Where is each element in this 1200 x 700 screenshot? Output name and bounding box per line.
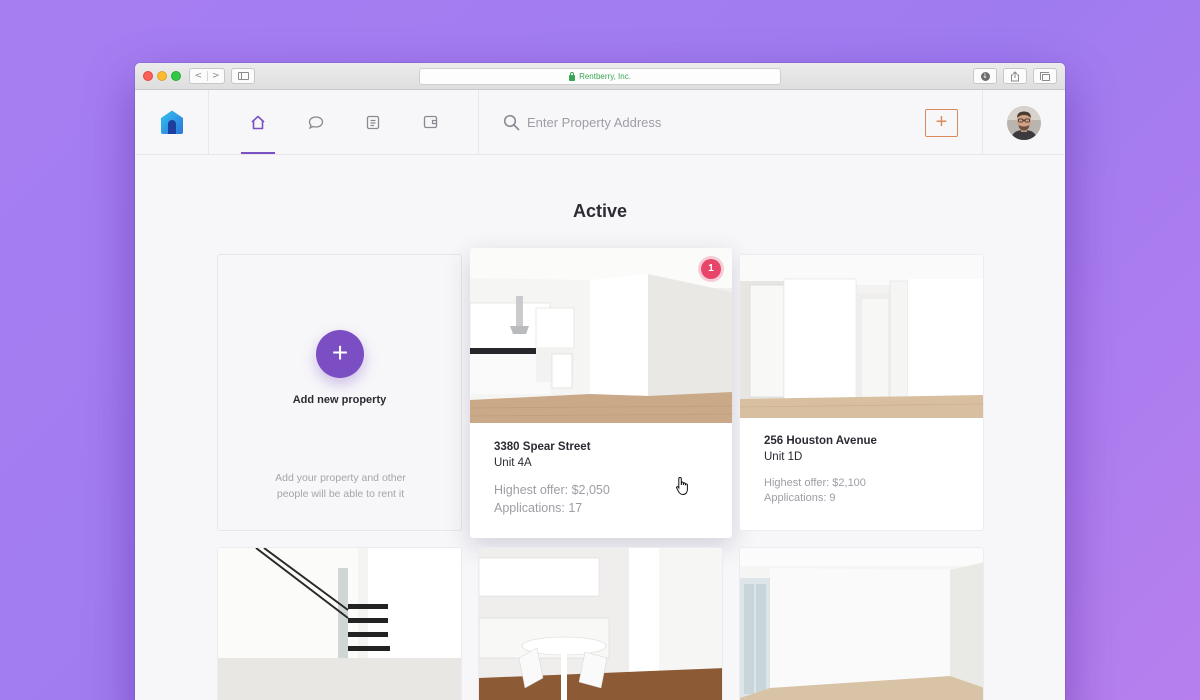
property-photo [740,548,983,700]
tab-documents[interactable] [356,90,390,154]
property-address-search-input[interactable] [527,112,827,132]
property-details: 256 Houston Avenue Unit 1D Highest offer… [740,435,983,504]
tabs-overview-button[interactable] [1033,68,1057,84]
home-icon [251,115,265,129]
document-icon [366,115,380,129]
lock-icon [569,71,576,81]
add-property-card[interactable]: + Add new property Add your property and… [217,254,462,531]
close-window-button[interactable] [143,71,153,81]
property-address: 256 Houston Avenue [764,435,877,447]
property-card[interactable] [739,547,984,700]
user-avatar[interactable] [1007,106,1041,140]
property-unit: Unit 1D [764,451,803,463]
property-card[interactable]: 1 3380 Spear Street Unit 4A Highest offe… [470,248,732,538]
wallet-icon [423,115,437,129]
tab-home[interactable] [241,90,275,154]
share-icon [1011,70,1019,81]
avatar-image [1007,106,1041,140]
house-logo-icon [160,110,183,134]
header-divider [982,90,983,154]
property-card[interactable] [217,547,462,700]
app-header: + [135,90,1065,155]
back-forward-buttons: < > [189,68,225,84]
notification-badge: 1 [701,259,721,279]
add-property-hint: Add your property and other people will … [275,472,406,500]
property-highest-offer: Highest offer: $2,100 [764,477,866,489]
property-unit: Unit 4A [494,457,532,469]
url-text: Rentberry, Inc. [579,72,631,81]
property-highest-offer: Highest offer: $2,050 [494,483,610,497]
property-photo [218,548,461,700]
forward-button[interactable]: > [208,71,225,81]
add-property-button[interactable]: + [316,330,364,378]
sidebar-toggle-button[interactable] [231,68,255,84]
browser-window: < > Rentberry, Inc. ↓ Enter Property Add… [135,63,1065,700]
logo[interactable] [135,90,209,154]
property-applications: Applications: 17 [494,501,583,515]
sidebar-icon [237,72,249,80]
hand-cursor-icon [676,476,688,496]
share-button[interactable] [1003,68,1027,84]
property-photo [479,548,722,700]
chat-icon [308,115,324,129]
add-property-label: Add new property [292,394,387,406]
property-card[interactable] [478,547,723,700]
zoom-window-button[interactable] [171,71,181,81]
tab-wallet[interactable] [413,90,447,154]
property-details: 3380 Spear Street Unit 4A Highest offer:… [470,441,732,515]
download-icon: ↓ [980,71,990,81]
page-title: Active [572,201,628,221]
minimize-window-button[interactable] [157,71,167,81]
tab-messages[interactable] [299,90,333,154]
tabs-icon [1040,71,1050,81]
property-address: 3380 Spear Street [494,441,591,453]
back-button[interactable]: < [190,71,208,81]
property-photo [740,255,983,418]
browser-titlebar: < > Rentberry, Inc. ↓ [135,63,1065,90]
property-card[interactable]: 256 Houston Avenue Unit 1D Highest offer… [739,254,984,531]
add-property-header-button[interactable]: + [925,109,958,137]
property-applications: Applications: 9 [764,492,836,504]
downloads-button[interactable]: ↓ [973,68,997,84]
header-divider [478,90,479,154]
address-bar[interactable]: Rentberry, Inc. [419,68,781,85]
search-icon [503,114,520,131]
property-photo [470,248,732,423]
